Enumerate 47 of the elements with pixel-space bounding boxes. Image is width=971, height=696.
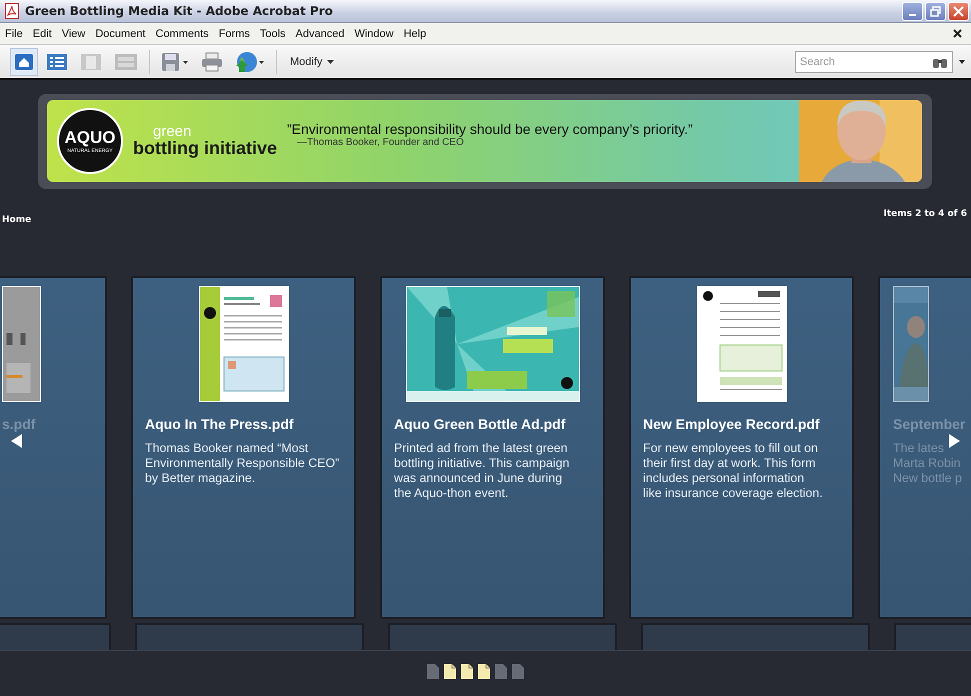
file-description: Printed ad from the latest green bottling initiative. This campaign was announced in June during the Aquo-thon event.: [394, 441, 570, 501]
search-field[interactable]: Search: [795, 50, 953, 72]
menu-item[interactable]: Document: [90, 28, 150, 40]
minimize-button[interactable]: [902, 2, 923, 20]
menu-item[interactable]: File: [3, 28, 28, 40]
home-icon[interactable]: [10, 48, 38, 76]
brand-text: green: [153, 124, 192, 139]
previous-arrow-icon[interactable]: [11, 434, 23, 448]
caret-icon[interactable]: [959, 60, 965, 64]
brand-text: bottling initiative: [133, 138, 277, 158]
menu-item[interactable]: Tools: [254, 28, 291, 40]
restore-icon: [930, 6, 941, 16]
page-icon[interactable]: [444, 664, 456, 679]
file-card[interactable]: New Employee Record.pdf For new employees to fill out on their first day at work. This form includes personal information like insurance coverage election.: [629, 276, 854, 619]
restore-button[interactable]: [925, 2, 946, 20]
menu-item[interactable]: Forms: [214, 28, 255, 40]
close-icon: [953, 6, 964, 16]
modify-menu[interactable]: Modify: [284, 54, 340, 68]
menu-item[interactable]: View: [56, 28, 90, 40]
menu-item[interactable]: Comments: [150, 28, 214, 40]
menu-item[interactable]: Window: [349, 28, 399, 40]
file-card[interactable]: Aquo Green Bottle Ad.pdf Printed ad from the latest green bottling initiative. This campaign was announced in June during the Aquo-thon event.: [380, 276, 605, 619]
file-description: The lates Marta Robin New bottle p: [893, 441, 963, 486]
page-icon[interactable]: [461, 664, 473, 679]
file-name: September: [893, 416, 966, 432]
close-icon[interactable]: [953, 29, 962, 38]
caret-icon: [327, 60, 334, 64]
page-icon[interactable]: [478, 664, 490, 679]
menu-item[interactable]: Edit: [28, 28, 57, 40]
next-arrow-icon[interactable]: [948, 434, 960, 448]
file-description: Thomas Booker named “Most Environmentally Responsible CEO” by Better magazine.: [145, 441, 340, 486]
file-name: s.pdf: [2, 416, 36, 432]
close-button[interactable]: [948, 2, 969, 20]
file-card[interactable]: Aquo In The Press.pdf Thomas Booker named “Most Environmentally Responsible CEO” by Better magazine.: [131, 276, 356, 619]
file-name: Aquo Green Bottle Ad.pdf: [394, 416, 566, 432]
quote-text: ”Environmental responsibility should be every company’s priority.”: [287, 120, 694, 136]
window-title: Green Bottling Media Kit - Adobe Acrobat Pro: [25, 4, 334, 18]
pdf-icon: [5, 3, 19, 19]
minimize-icon: [909, 14, 916, 16]
attribution-text: —Thomas Booker, Founder and CEO: [297, 136, 464, 148]
file-name: Aquo In The Press.pdf: [145, 416, 295, 432]
items-count: Items 2 to 4 of 6: [883, 209, 967, 219]
breadcrumb-link[interactable]: Home: [2, 215, 32, 225]
file-name: New Employee Record.pdf: [643, 416, 821, 432]
menu-item[interactable]: Help: [398, 28, 432, 40]
file-description: For new employees to fill out on their first day at work. This form includes personal information like insurance coverage election.: [643, 441, 824, 501]
menu-item[interactable]: Advanced: [290, 28, 350, 40]
